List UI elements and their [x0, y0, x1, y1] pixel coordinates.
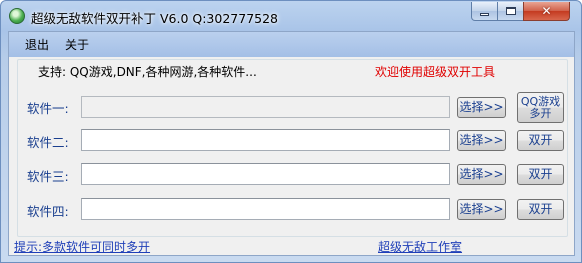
- studio-link[interactable]: 超级无敌工作室: [378, 238, 462, 255]
- software-1-path-field[interactable]: [81, 96, 450, 118]
- maximize-icon: [505, 7, 516, 15]
- menu-bar: 退出 关于: [9, 32, 574, 57]
- app-window: 超级无敌软件双开补丁 V6.0 Q:302777528 ✕ 退出 关于 支持: …: [0, 0, 582, 263]
- client-area: 退出 关于 支持: QQ游戏,DNF,各种网游,各种软件... 欢迎使用超级双开…: [8, 31, 575, 256]
- maximize-button[interactable]: [497, 2, 524, 21]
- welcome-message: 欢迎使用超级双开工具: [375, 65, 496, 79]
- software-2-path-field[interactable]: [81, 129, 450, 151]
- qq-game-multi-open-label: QQ游戏 多开: [520, 94, 561, 120]
- dual-open-software-3-button[interactable]: 双开: [517, 164, 564, 185]
- select-software-2-button[interactable]: 选择>>: [457, 130, 506, 151]
- minimize-button[interactable]: [471, 2, 498, 21]
- menu-exit[interactable]: 退出: [18, 36, 56, 53]
- row-label-software-2: 软件二:: [27, 135, 69, 150]
- row-label-software-1: 软件一:: [27, 101, 69, 116]
- software-3-path-field[interactable]: [81, 163, 450, 185]
- dual-open-software-2-button[interactable]: 双开: [517, 130, 564, 151]
- software-4-path-field[interactable]: [81, 198, 450, 220]
- select-software-3-button[interactable]: 选择>>: [457, 164, 506, 185]
- minimize-icon: [480, 12, 489, 16]
- title-bar[interactable]: 超级无敌软件双开补丁 V6.0 Q:302777528 ✕: [1, 1, 581, 31]
- row-label-software-3: 软件三:: [27, 169, 69, 184]
- menu-about[interactable]: 关于: [58, 36, 96, 53]
- close-icon: ✕: [541, 4, 552, 18]
- select-software-4-button[interactable]: 选择>>: [457, 199, 506, 220]
- dual-open-software-4-button[interactable]: 双开: [517, 199, 564, 220]
- green-orb-icon: [9, 8, 25, 24]
- close-button[interactable]: ✕: [523, 2, 570, 21]
- qq-game-multi-open-button[interactable]: QQ游戏 多开: [517, 92, 564, 123]
- window-title: 超级无敌软件双开补丁 V6.0 Q:302777528: [31, 11, 279, 26]
- support-info: 支持: QQ游戏,DNF,各种网游,各种软件...: [38, 65, 257, 79]
- row-label-software-4: 软件四:: [27, 204, 69, 219]
- select-software-1-button[interactable]: 选择>>: [457, 97, 506, 118]
- status-bar: 提示:多款软件可同时多开 超级无敌工作室: [9, 237, 574, 255]
- multi-open-hint-link[interactable]: 提示:多款软件可同时多开: [14, 238, 150, 255]
